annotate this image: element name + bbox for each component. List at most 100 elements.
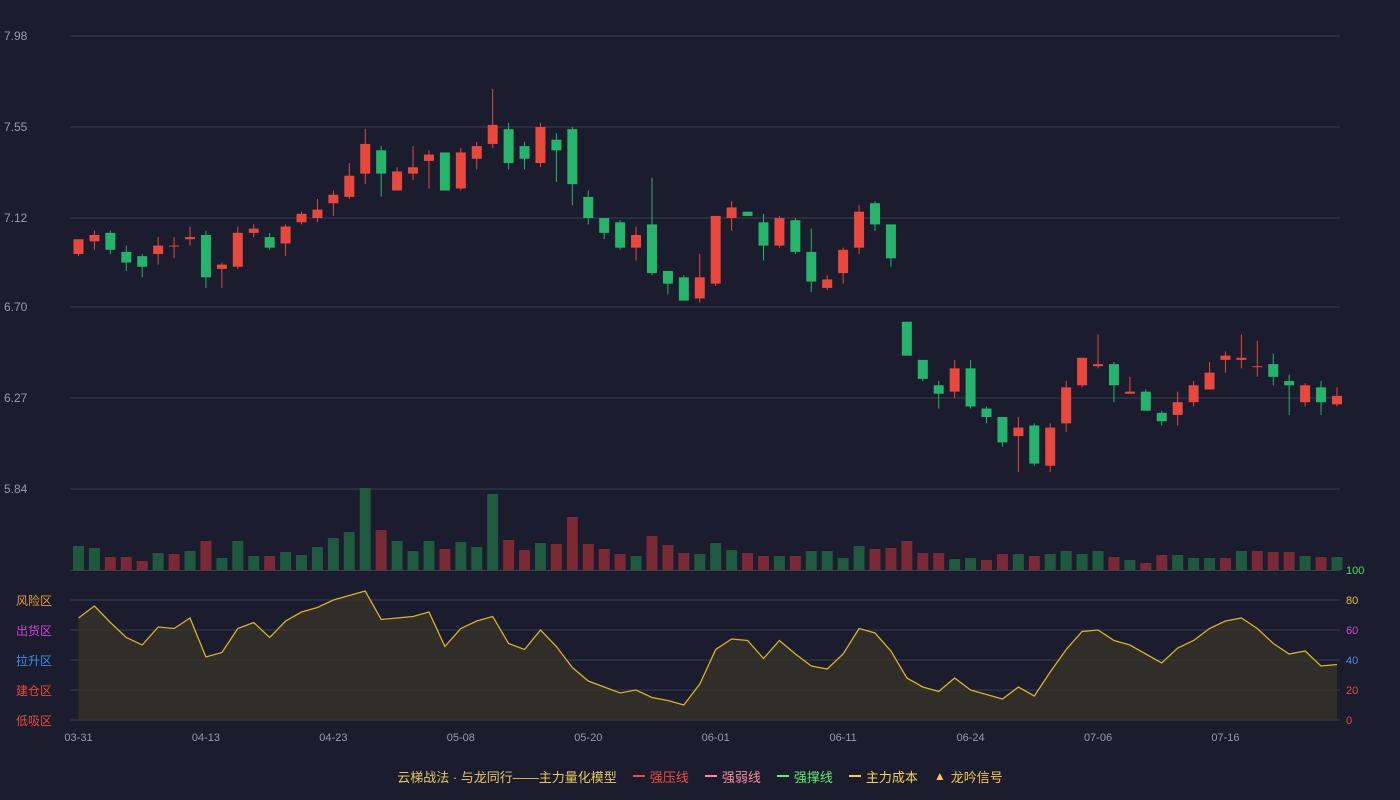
candle-body: [137, 256, 148, 267]
candle-body: [615, 222, 626, 248]
oscillator-tick-label: 40: [1346, 655, 1358, 667]
candle-body: [439, 152, 450, 191]
candle-body: [838, 249, 849, 274]
candle-body: [153, 245, 164, 255]
volume-bar: [1156, 555, 1168, 570]
volume-bar: [1044, 554, 1056, 570]
volume-bar: [805, 551, 817, 570]
candle-body: [1268, 364, 1279, 377]
candle-body: [1300, 385, 1311, 403]
line-swatch-icon: [632, 775, 645, 777]
candle-body: [487, 124, 498, 144]
volume-bar: [996, 554, 1008, 570]
candle-body: [360, 143, 371, 174]
volume-bar: [1028, 556, 1040, 570]
volume-bar: [710, 543, 722, 570]
volume-bar: [1012, 554, 1024, 570]
candle-body: [328, 194, 339, 204]
volume-bar: [726, 550, 738, 570]
volume-bar: [917, 553, 929, 570]
volume-bar: [184, 551, 196, 570]
volume-bar: [981, 560, 993, 570]
candle-body: [901, 321, 912, 356]
candle-body: [1156, 412, 1167, 422]
candle-body: [551, 139, 562, 151]
price-tick-label: 7.55: [4, 120, 28, 134]
candle-body: [1093, 364, 1104, 367]
legend-label: 龙吟信号: [950, 769, 1003, 785]
date-tick-label: 04-23: [319, 732, 347, 744]
date-tick-label: 05-20: [574, 732, 602, 744]
volume-bar: [789, 556, 801, 570]
legend-item-strength-line[interactable]: 强弱线: [704, 767, 761, 786]
volume-bar: [375, 530, 387, 570]
volume-bar: [327, 538, 339, 570]
candle-body: [519, 146, 530, 159]
candle-body: [455, 152, 466, 189]
volume-bar: [1092, 551, 1104, 570]
volume-bar: [136, 561, 148, 570]
volume-bar: [120, 557, 132, 570]
candle-body: [264, 237, 275, 248]
chart-canvas: 7.98 7.55 7.12 6.70 6.27 5.84 100 80 60 40 20 0 风险区…: [4, 29, 1364, 744]
price-tick-label: 7.12: [4, 211, 28, 225]
volume-bar: [885, 548, 897, 570]
volume-bar: [1283, 552, 1295, 570]
volume-bar: [901, 541, 913, 570]
candle-body: [1188, 385, 1199, 403]
candle-body: [1236, 357, 1247, 360]
candle-body: [1252, 366, 1263, 368]
candle-body: [216, 264, 227, 269]
candle-body: [1061, 387, 1072, 424]
candle-body: [949, 368, 960, 392]
oscillator-tick-label: 100: [1346, 565, 1364, 577]
volume-bar: [152, 553, 164, 570]
candle-body: [917, 359, 928, 379]
volume-bar: [391, 541, 403, 570]
date-tick-label: 07-16: [1211, 732, 1239, 744]
dashed-line-swatch-icon: [704, 775, 717, 777]
candle-body: [169, 245, 180, 247]
candle-body: [870, 203, 880, 225]
legend-item-dragon-signal[interactable]: ▲ 龙吟信号: [934, 767, 1003, 786]
date-tick-label: 04-13: [192, 732, 220, 744]
legend-item-main-cost[interactable]: 主力成本: [848, 767, 918, 786]
legend-item-strong-resistance[interactable]: 强压线: [632, 767, 689, 786]
candle-body: [280, 226, 291, 244]
price-tick-label: 7.98: [4, 29, 28, 43]
candle-body: [965, 368, 976, 407]
candle-body: [710, 215, 721, 284]
zone-label: 风险区: [16, 593, 52, 608]
dashed-line-swatch-icon: [848, 775, 861, 777]
volume-bar: [757, 556, 769, 570]
candle-body: [1077, 357, 1088, 386]
legend-label: 强撑线: [793, 769, 833, 785]
volume-bar: [614, 554, 626, 570]
legend-item-strong-support[interactable]: 强撑线: [776, 767, 833, 786]
zone-label: 拉升区: [16, 653, 52, 668]
volume-bar: [582, 544, 594, 570]
volume-bar: [423, 541, 435, 570]
volume-bar: [1219, 558, 1231, 570]
candle-body: [471, 146, 482, 159]
zone-label: 低吸区: [16, 714, 52, 728]
candle-body: [694, 277, 705, 299]
volume-bar: [534, 543, 546, 570]
candle-body: [392, 171, 403, 191]
candle-body: [933, 385, 944, 394]
volume-bar: [742, 553, 754, 570]
volume-bar: [646, 536, 658, 570]
candle-body: [344, 175, 355, 197]
volume-bar: [1331, 557, 1343, 570]
volume-bar: [104, 557, 116, 570]
date-tick-label: 06-01: [702, 732, 730, 744]
volume-bar: [1188, 558, 1200, 570]
candle-body: [726, 207, 737, 219]
candle-body: [1172, 402, 1183, 415]
candle-body: [1108, 364, 1119, 386]
volume-bar: [439, 549, 451, 570]
volume-bar: [821, 551, 833, 570]
triangle-icon: ▲: [933, 769, 946, 783]
volume-bar: [200, 541, 212, 570]
volume-bar: [1172, 555, 1184, 570]
